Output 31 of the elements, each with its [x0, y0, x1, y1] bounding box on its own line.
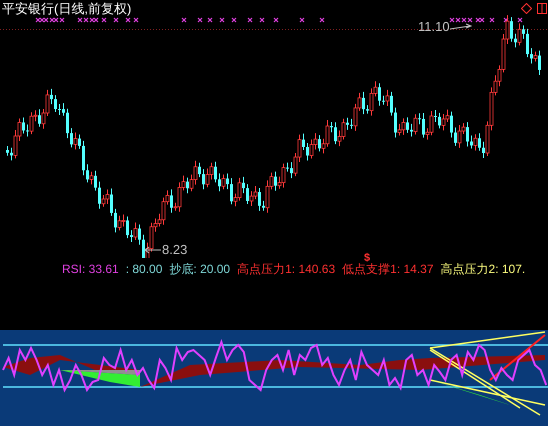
cross-mark: [319, 17, 325, 23]
signal-mark: $: [364, 252, 370, 264]
cross-mark: [247, 17, 253, 23]
arrow-icon: [144, 246, 162, 254]
indicator-readout: 高点压力2: 107.: [440, 261, 526, 278]
cross-mark: [101, 17, 107, 23]
cross-mark: [231, 17, 237, 23]
indicator-readout: 高点压力1: 140.63: [237, 261, 336, 278]
cross-mark: [207, 17, 213, 23]
cross-mark: [181, 17, 187, 23]
diamond-icon: [521, 3, 532, 14]
cross-mark: [133, 17, 139, 23]
cross-mark: [489, 17, 495, 23]
low-price-label: 8.23: [162, 242, 188, 257]
high-price-label: 11.10: [418, 19, 450, 34]
cross-mark: [299, 17, 305, 23]
cross-mark: [113, 17, 119, 23]
cross-mark: [197, 17, 203, 23]
indicator-readout: : 80.00: [126, 261, 162, 278]
cross-mark: [125, 17, 131, 23]
arrow-icon: [450, 22, 472, 30]
indicator-readout: RSI: 33.61: [62, 261, 119, 278]
cross-mark: [259, 17, 265, 23]
cross-mark: [517, 17, 523, 23]
cross-mark: [219, 17, 225, 23]
cross-mark: [273, 17, 279, 23]
square-icon: [537, 3, 547, 14]
indicator-readout: 低点支撑1: 14.37: [342, 262, 434, 278]
chart-title: 平安银行(日线,前复权): [2, 1, 132, 17]
indicator-readout: 抄底: 20.00: [169, 261, 230, 278]
cross-mark: [503, 17, 509, 23]
